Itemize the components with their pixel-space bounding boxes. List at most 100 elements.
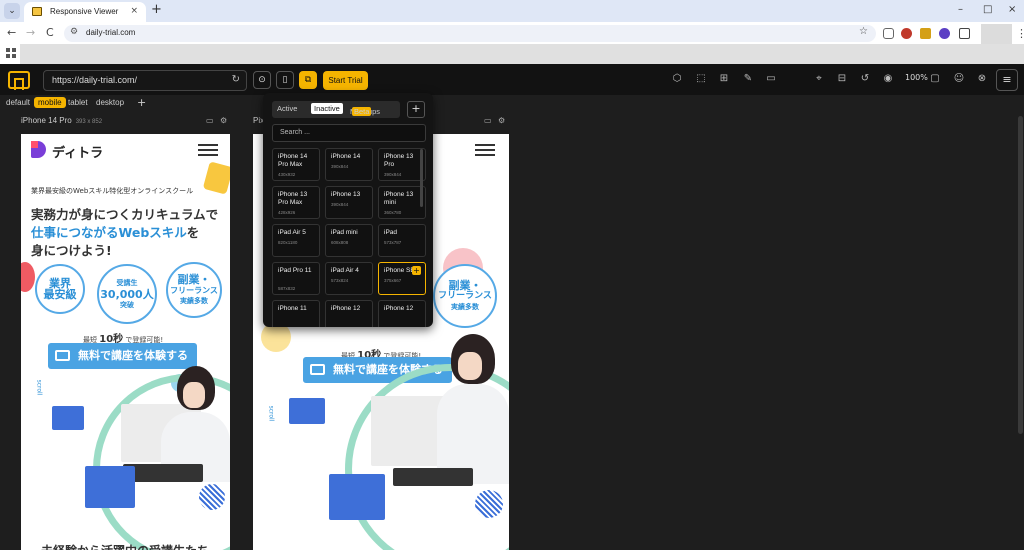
address-bar-row: ← → C ⚙ daily-trial.com ☆ [0,22,1024,44]
frame-icon[interactable]: ▭ [764,73,778,84]
device-card-name: iPad Air 5 [278,229,306,236]
device-card[interactable]: iPhone 12 [378,300,426,327]
camera-extension-icon[interactable] [883,28,894,39]
device-settings-icon[interactable]: ⚙ [220,116,227,125]
edit-icon[interactable]: ✎ [741,73,755,84]
device-settings-icon[interactable]: ⚙ [498,116,505,125]
maximize-icon[interactable]: □ [983,4,992,15]
device-card[interactable]: iPad Air 4 573x824 [325,262,373,295]
hamburger-menu-icon[interactable] [198,144,218,156]
device-card[interactable]: iPhone 12 [325,300,373,327]
device-card[interactable]: iPhone 13 390x844 [325,186,373,219]
forward-icon[interactable]: → [26,26,35,39]
sync-icon[interactable]: ⬚ [694,73,708,84]
rotate-icon[interactable]: ↺ [858,73,872,84]
device-frame-1[interactable]: ディトラ 業界最安級のWebスキル特化型オンラインスクール 実務力が身につくカリ… [21,134,230,550]
tab-inactive[interactable]: Inactive [311,103,343,114]
rv-menu-button[interactable]: ≡ [996,69,1018,91]
device-card[interactable]: iPad Pro 11 587x832 [272,262,320,295]
rv-reload-icon[interactable]: ↻ [232,74,240,85]
decor-yellow-shape [202,161,230,195]
scroll-indicator[interactable]: scroll [267,406,274,422]
multi-device-button[interactable]: ⧉ [299,71,317,89]
profile-avatar[interactable] [981,24,1012,44]
browser-tab[interactable]: Responsive Viewer × [24,2,146,22]
rotate-device-icon[interactable]: ▭ [484,116,492,125]
device-card[interactable]: iPhone 13 Pro 390x844 [378,148,426,181]
circle-text: 30,000人 [100,287,154,301]
add-tab-button[interactable]: + [137,96,146,109]
extensions-puzzle-icon[interactable] [959,28,970,39]
device-card-name: iPhone 12 [384,305,414,312]
tab-mobile[interactable]: mobile [34,97,66,108]
rv-logo-icon [8,71,30,90]
tab-tablet[interactable]: tablet [68,98,88,107]
bookmark-star-icon[interactable]: ☆ [859,26,868,37]
screenshot-icon[interactable]: ◉ [881,73,895,84]
zoom-level[interactable]: 100% [905,73,928,82]
purple-extension-icon[interactable] [939,28,950,39]
minimize-icon[interactable]: – [958,4,963,15]
device-toggle-button[interactable]: ▯ [276,71,294,89]
tab-default[interactable]: default [6,98,30,107]
apps-grid-icon[interactable] [6,48,16,58]
device-card-name: iPad mini [331,229,358,236]
start-trial-button[interactable]: Start Trial [323,71,368,90]
layout-icon[interactable]: ⬡ [670,73,684,84]
device-card[interactable]: iPad mini 608x808 [325,224,373,257]
address-bar[interactable]: ⚙ daily-trial.com ☆ [64,25,876,42]
close-tab-icon[interactable]: × [130,6,138,16]
device-card[interactable]: iPhone 14 390x844 [325,148,373,181]
device-card[interactable]: iPad 573x787 [378,224,426,257]
new-tab-button[interactable]: + [151,3,162,17]
add-device-plus-icon[interactable]: + [412,266,421,275]
free-trial-cta-button[interactable]: 無料で講座を体験する [48,343,197,369]
viewer-scrollbar[interactable] [1018,116,1023,434]
tab-active[interactable]: Active [277,104,297,113]
scroll-indicator[interactable]: scroll [35,380,42,396]
device-card-name: iPhone 12 [331,305,361,312]
rotate-device-icon[interactable]: ▭ [206,116,214,125]
popup-scrollbar[interactable] [420,149,423,207]
tab-search-button[interactable]: ⌄ [4,3,20,19]
device-card[interactable]: iPhone 11 [272,300,320,327]
browser-menu-icon[interactable]: ⋮ [1016,27,1024,40]
decor-red-shape [21,262,35,292]
add-device-button[interactable]: + [407,101,425,118]
close-rv-icon[interactable]: ⊗ [975,73,989,84]
device-card[interactable]: iPhone SE 375x667 + [378,262,426,295]
yellow-extension-icon[interactable] [920,28,931,39]
feature-circle-2: 受講生 30,000人 突破 [97,264,157,324]
device-card-grid: iPhone 14 Pro Max 430x932 iPhone 14 390x844… [272,148,426,327]
device-search-input[interactable]: Search ... [272,124,426,142]
back-icon[interactable]: ← [7,26,16,39]
discord-icon[interactable]: ☺ [952,73,966,84]
feature-circle-1: 業界 最安級 [35,264,85,314]
device-size: 393 x 852 [75,119,103,125]
hamburger-menu-icon[interactable] [475,144,495,156]
fullscreen-icon[interactable]: ▢ [928,73,942,84]
red-extension-icon[interactable] [901,28,912,39]
hero-subtitle: 業界最安級のWebスキル特化型オンラインスクール [31,187,194,195]
reload-icon[interactable]: C [46,26,54,39]
grid-icon[interactable]: ⊞ [717,73,731,84]
inspect-button[interactable]: ⊙ [253,71,271,89]
print-icon[interactable]: ⊟ [835,73,849,84]
device-card[interactable]: iPhone 13 mini 360x780 [378,186,426,219]
site-info-icon[interactable]: ⚙ [70,27,78,37]
rv-url-input[interactable]: https://daily-trial.com/ ↻ [43,70,247,91]
device-card[interactable]: iPhone 13 Pro Max 428x926 [272,186,320,219]
close-window-icon[interactable]: × [1008,4,1016,15]
illustration-board-2 [85,466,135,508]
address-url: daily-trial.com [86,28,136,37]
bookmarks-area [20,44,1024,64]
device-card[interactable]: iPhone 14 Pro Max 430x932 [272,148,320,181]
rv-toolbar: https://daily-trial.com/ ↻ ⊙ ▯ ⧉ Start T… [0,64,1024,95]
device-card[interactable]: iPad Air 5 820x1180 [272,224,320,257]
circle-text: 副業・ [448,278,482,292]
device-card-name: iPhone 13 [331,191,361,198]
site-logo[interactable]: ディトラ [52,142,103,161]
tab-desktop[interactable]: desktop [96,98,124,107]
device-card-dims: 587x832 [278,286,296,291]
focus-icon[interactable]: ⌖ [812,73,826,84]
